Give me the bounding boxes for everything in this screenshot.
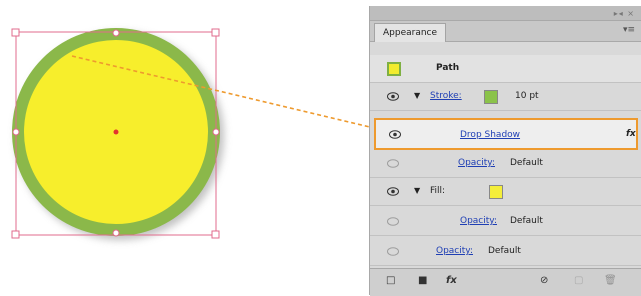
panel-menu-icon[interactable]: ▾≡ bbox=[623, 25, 635, 35]
fill-swatch[interactable] bbox=[489, 185, 503, 199]
tab-appearance[interactable]: Appearance bbox=[374, 23, 447, 42]
add-new-stroke-button[interactable]: □ bbox=[386, 275, 395, 286]
opacity-value: Default bbox=[488, 246, 521, 256]
object-thumbnail-icon bbox=[387, 62, 401, 76]
stroke-label[interactable]: Stroke: bbox=[430, 91, 462, 101]
object-label: Path bbox=[436, 63, 460, 73]
fill-label[interactable]: Fill: bbox=[430, 186, 445, 196]
panel-bottom-toolbar: □ ■ fx ⊘ ▢ 🗑 bbox=[370, 268, 641, 296]
collapse-icon[interactable]: ▸◂ × bbox=[614, 9, 635, 18]
visibility-eye-icon bbox=[387, 217, 399, 226]
opacity-link[interactable]: Opacity: bbox=[436, 246, 473, 256]
anchor-bottom[interactable] bbox=[112, 229, 120, 237]
handle-top-left[interactable] bbox=[11, 28, 20, 37]
visibility-eye-icon[interactable] bbox=[389, 130, 401, 139]
opacity-link[interactable]: Opacity: bbox=[460, 216, 497, 226]
center-point bbox=[113, 129, 119, 135]
appearance-panel: ▸◂ × Appearance ▾≡ Path ▼ Stroke: 10 pt … bbox=[369, 6, 641, 296]
opacity-value: Default bbox=[510, 216, 543, 226]
anchor-top[interactable] bbox=[112, 29, 120, 37]
panel-title-strip[interactable]: ▸◂ × bbox=[370, 6, 641, 21]
opacity-link[interactable]: Opacity: bbox=[458, 158, 495, 168]
visibility-eye-icon[interactable] bbox=[387, 187, 399, 196]
fill-opacity-row[interactable]: Opacity: Default bbox=[370, 208, 641, 236]
fill-row[interactable]: ▼ Fill: bbox=[370, 178, 641, 206]
fx-icon[interactable]: fx bbox=[626, 129, 636, 139]
handle-bottom-left[interactable] bbox=[11, 230, 20, 239]
visibility-eye-icon bbox=[387, 159, 399, 168]
add-new-effect-button[interactable]: fx bbox=[446, 275, 457, 286]
object-row[interactable]: Path bbox=[370, 55, 641, 83]
visibility-eye-icon bbox=[387, 247, 399, 256]
panel-tabbar: Appearance ▾≡ bbox=[370, 21, 641, 42]
object-opacity-row[interactable]: Opacity: Default bbox=[370, 238, 641, 266]
anchor-left[interactable] bbox=[12, 128, 20, 136]
opacity-value: Default bbox=[510, 158, 543, 168]
stroke-weight[interactable]: 10 pt bbox=[515, 91, 539, 101]
drop-shadow-effect-link[interactable]: Drop Shadow bbox=[460, 130, 520, 140]
anchor-right[interactable] bbox=[212, 128, 220, 136]
handle-top-right[interactable] bbox=[211, 28, 220, 37]
clear-appearance-button[interactable]: ⊘ bbox=[540, 275, 548, 286]
stroke-opacity-row[interactable]: Opacity: Default bbox=[370, 150, 641, 178]
drop-shadow-row[interactable]: Drop Shadow fx bbox=[374, 118, 638, 150]
stroke-row[interactable]: ▼ Stroke: 10 pt bbox=[370, 83, 641, 111]
add-new-fill-button[interactable]: ■ bbox=[418, 275, 427, 286]
visibility-eye-icon[interactable] bbox=[387, 92, 399, 101]
duplicate-item-button[interactable]: ▢ bbox=[574, 275, 583, 286]
stroke-swatch[interactable] bbox=[484, 90, 498, 104]
handle-bottom-right[interactable] bbox=[211, 230, 220, 239]
artwork-canvas bbox=[11, 28, 224, 240]
delete-item-button[interactable]: 🗑 bbox=[604, 275, 617, 286]
expand-triangle-icon[interactable]: ▼ bbox=[414, 186, 420, 195]
expand-triangle-icon[interactable]: ▼ bbox=[414, 91, 420, 100]
